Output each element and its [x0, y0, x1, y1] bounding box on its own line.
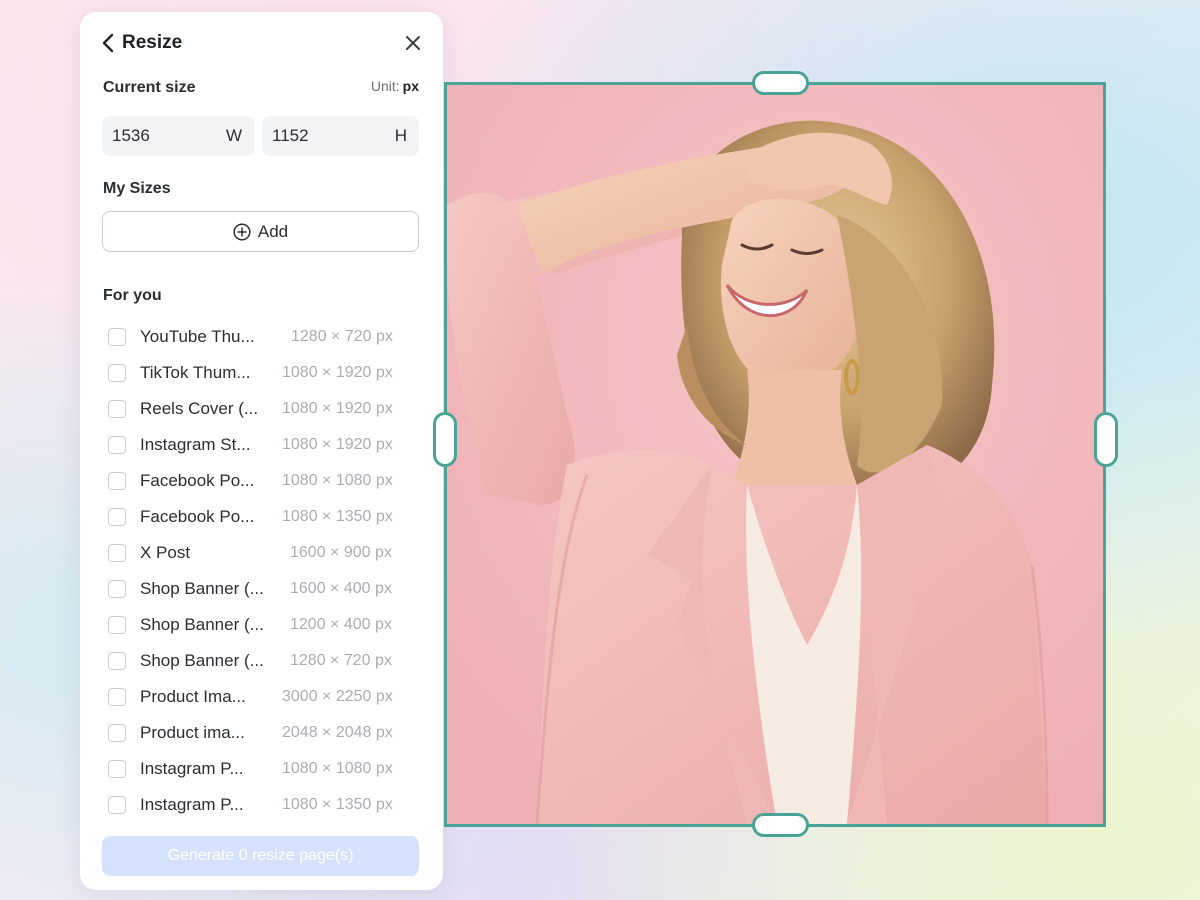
canvas-frame[interactable]: [444, 82, 1106, 827]
preset-item[interactable]: Product ima... 2048 × 2048 px: [108, 721, 408, 745]
resize-panel: Resize Current size Unit: px 1536 W 1152 …: [80, 12, 443, 890]
width-field[interactable]: 1536 W: [102, 116, 254, 156]
preset-checkbox[interactable]: [108, 472, 126, 490]
preset-checkbox[interactable]: [108, 508, 126, 526]
height-value: 1152: [272, 126, 309, 145]
preset-item[interactable]: Product Ima... 3000 × 2250 px: [108, 685, 408, 709]
preset-name: Product ima...: [140, 723, 245, 742]
panel-title: Resize: [122, 32, 183, 53]
preset-size: 1080 × 1350 px: [282, 796, 393, 813]
preset-item[interactable]: X Post 1600 × 900 px: [108, 541, 408, 565]
unit-selector[interactable]: Unit: px: [371, 78, 419, 94]
width-value: 1536: [112, 126, 150, 145]
preset-size: 1080 × 1920 px: [282, 436, 393, 453]
my-sizes-label: My Sizes: [103, 180, 171, 197]
preset-size: 1280 × 720 px: [291, 328, 393, 345]
preset-size: 1600 × 900 px: [290, 544, 392, 561]
resize-handle-bottom[interactable]: [752, 813, 809, 837]
preset-size: 1200 × 400 px: [290, 616, 392, 633]
generate-button[interactable]: Generate 0 resize page(s): [102, 836, 419, 876]
height-axis-label: H: [394, 126, 407, 145]
preset-checkbox[interactable]: [108, 796, 126, 814]
preset-item[interactable]: Shop Banner (... 1200 × 400 px: [108, 613, 408, 637]
preset-size: 2048 × 2048 px: [282, 724, 393, 741]
preset-checkbox[interactable]: [108, 436, 126, 454]
preset-size: 1600 × 400 px: [290, 580, 392, 597]
preset-item[interactable]: Instagram P... 1080 × 1080 px: [108, 757, 408, 781]
preset-item[interactable]: Instagram St... 1080 × 1920 px: [108, 433, 408, 457]
unit-label: Unit:: [370, 78, 400, 94]
resize-handle-top[interactable]: [752, 71, 809, 95]
preset-item[interactable]: Shop Banner (... 1280 × 720 px: [108, 649, 408, 673]
unit-value: px: [402, 78, 419, 94]
preset-name: Instagram St...: [140, 435, 251, 454]
preset-name: YouTube Thu...: [140, 327, 255, 346]
add-size-button[interactable]: Add: [102, 211, 419, 252]
preset-name: Facebook Po...: [140, 507, 255, 526]
preset-size: 1080 × 1080 px: [282, 760, 393, 777]
preset-name: X Post: [140, 543, 191, 562]
height-field[interactable]: 1152 H: [262, 116, 419, 156]
preset-name: Instagram P...: [140, 795, 244, 814]
resize-handle-right[interactable]: [1094, 412, 1118, 467]
preset-item[interactable]: Reels Cover (... 1080 × 1920 px: [108, 397, 408, 421]
preset-name: Instagram P...: [140, 759, 244, 778]
back-button[interactable]: Resize: [102, 32, 182, 54]
preset-checkbox[interactable]: [108, 364, 126, 382]
preset-item[interactable]: Facebook Po... 1080 × 1080 px: [108, 469, 408, 493]
preset-checkbox[interactable]: [108, 616, 126, 634]
preset-checkbox[interactable]: [108, 328, 126, 346]
width-axis-label: W: [225, 126, 242, 145]
preset-item[interactable]: TikTok Thum... 1080 × 1920 px: [108, 361, 408, 385]
preset-size: 3000 × 2250 px: [282, 688, 393, 705]
preset-name: Shop Banner (...: [140, 615, 264, 634]
preset-name: Reels Cover (...: [140, 399, 259, 418]
preset-checkbox[interactable]: [108, 544, 126, 562]
preset-size: 1280 × 720 px: [290, 652, 392, 669]
preset-name: Facebook Po...: [140, 471, 255, 490]
preset-size: 1080 × 1920 px: [282, 400, 393, 417]
preset-name: Shop Banner (...: [140, 651, 264, 670]
preset-checkbox[interactable]: [108, 760, 126, 778]
preset-name: Product Ima...: [140, 687, 246, 706]
preset-name: TikTok Thum...: [140, 363, 251, 382]
preset-item[interactable]: Shop Banner (... 1600 × 400 px: [108, 577, 408, 601]
preset-size: 1080 × 1350 px: [282, 508, 393, 525]
preset-name: Shop Banner (...: [140, 579, 264, 598]
preset-size: 1080 × 1080 px: [282, 472, 393, 489]
photo-image: [447, 85, 1103, 824]
preset-item[interactable]: YouTube Thu... 1280 × 720 px: [108, 325, 408, 349]
preset-checkbox[interactable]: [108, 400, 126, 418]
resize-handle-left[interactable]: [433, 412, 457, 467]
plus-circle-icon: [233, 222, 251, 241]
preset-size: 1080 × 1920 px: [282, 364, 393, 381]
preset-checkbox[interactable]: [108, 580, 126, 598]
panel-header: Resize: [102, 30, 421, 56]
for-you-label: For you: [103, 287, 162, 304]
preset-item[interactable]: Instagram P... 1080 × 1350 px: [108, 793, 408, 817]
add-size-label: Add: [257, 221, 289, 241]
close-icon[interactable]: [405, 35, 421, 51]
preset-checkbox[interactable]: [108, 652, 126, 670]
preset-item[interactable]: Facebook Po... 1080 × 1350 px: [108, 505, 408, 529]
preset-checkbox[interactable]: [108, 688, 126, 706]
preset-checkbox[interactable]: [108, 724, 126, 742]
chevron-left-icon: [102, 33, 114, 53]
current-size-label: Current size: [103, 79, 196, 96]
